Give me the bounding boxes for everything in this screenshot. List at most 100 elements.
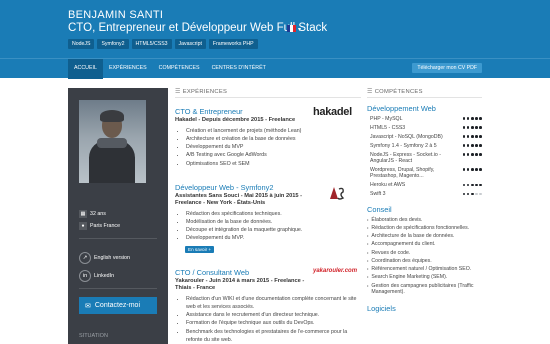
level-dot [466,192,470,196]
conseil-item: • Revues de code. [367,250,482,257]
age-row: ▦ 32 ans [79,210,106,218]
conseil-text: Gestion des campagnes publicitaires (Tra… [371,282,474,296]
level-dot [462,135,466,138]
conseil-text: Élaboration des devis. [371,216,423,223]
job-bullets: Rédaction des spécifications techniques.… [175,210,361,243]
skill-tag: Frameworks PHP [208,39,258,49]
linkedin-link[interactable]: in LinkedIn [79,270,114,282]
skill-label: HTML5 - CSS3 [370,124,406,131]
conseil-text: Revues de code. [371,249,411,256]
assistantes-sans-souci-logo [325,180,349,204]
skill-label: NodeJS - Express - Socket.io - AngularJS… [370,151,441,165]
conseil-item: • Search Engine Marketing (SEM). [367,274,482,281]
conseil-text: Architecture de la base de données. [371,233,455,240]
profile-sidebar: ▦ 32 ans ● Paris France ↗ English versio… [68,88,168,344]
profile-name: BENJAMIN SANTI [68,9,164,21]
envelope-icon: ✉ [85,302,91,310]
job-bullet: A/B Testing avec Google AdWords [186,151,361,159]
level-dot [471,183,474,187]
bullet-icon: • [367,249,369,255]
conseil-text: Référencement naturel / Optimisation SEO… [371,266,472,273]
english-version-label: English version [94,255,130,261]
level-dot [479,117,482,120]
skill-row: Swift 3 [367,191,482,198]
conseil-item: • Rédaction de spécifications fonctionnel… [367,225,482,232]
job-bullet: Assistance dans le recrutement d'un dire… [186,311,361,319]
english-version-link[interactable]: ↗ English version [79,252,130,264]
nav-centres-interet[interactable]: CENTRES D'INTÉRÊT [206,59,272,79]
job-bullet: Rédaction des spécifications techniques. [186,210,361,218]
conseil-text: Search Engine Marketing (SEM). [371,274,448,281]
bullet-icon: • [367,233,369,239]
yakarouler-logo: yakarouler.com [313,268,358,274]
nav-accueil[interactable]: ACCUEIL [68,59,103,79]
level-dot [462,192,466,196]
job-bullet: Développement du MVP [186,143,361,151]
conseil-title: Conseil [367,204,392,214]
language-dropdown-icon[interactable]: ▾ [298,26,301,33]
competences-heading-text: COMPÉTENCES [374,88,423,95]
level-dot [475,135,478,138]
job-bullet: Optimisations SEO et SEM [186,160,361,168]
level-dot [466,183,470,187]
level-dot [466,135,470,138]
level-dot [471,152,474,156]
list-icon: ☰ [175,89,181,95]
nav-competences[interactable]: COMPÉTENCES [153,59,206,79]
logiciels-title: Logiciels [367,304,396,314]
bullet-icon: • [367,274,369,280]
nav-experiences[interactable]: EXPÉRIENCES [103,59,153,79]
job-item: CTO / Consultant Web Yakarouler - Juin 2… [175,268,361,344]
skill-row: PHP - MySQL [367,116,482,123]
level-dot [479,168,482,171]
level-dot [479,152,482,156]
level-dot [462,126,466,129]
skill-tag: HTML5/CSS3 [131,39,172,49]
bullet-icon: • [367,241,369,247]
job-bullet: Création et lancement de projets (méthod… [186,127,361,135]
skill-tags: NodeJS Symfony2 HTML5/CSS3 Javascript Fr… [68,39,258,49]
french-flag-icon[interactable] [287,25,296,32]
job-meta: Yakarouler - Juin 2014 à mars 2015 - Fre… [175,278,305,291]
skill-level-dots [462,116,482,120]
skill-row: HTML5 - CSS3 [367,125,482,132]
hakadel-logo: hakadel [313,106,352,118]
contact-button[interactable]: ✉ Contactez-moi [79,297,157,314]
web-dev-title: Développement Web [367,104,436,113]
age-text: 32 ans [90,211,106,217]
header: BENJAMIN SANTI CTO, Entrepreneur et Déve… [0,0,550,79]
competences-section: ☰ COMPÉTENCES Développement Web PHP - My… [367,88,482,313]
job-item: CTO & Entrepreneur Hakadel - Depuis déce… [175,106,361,168]
calendar-icon: ▦ [79,210,87,218]
contact-label: Contactez-moi [94,302,141,309]
job-bullets: Rédaction d'un WIKI et d'une documentati… [175,295,361,344]
level-dot [479,192,482,196]
skill-row: Symfony 1.4 - Symfony 2 à 5 [367,143,482,150]
situation-heading: SITUATION [79,333,108,339]
job-bullets: Création et lancement de projets (méthod… [175,127,361,168]
bullet-icon: • [367,266,369,272]
skill-level-dots [462,134,482,138]
skill-row: NodeJS - Express - Socket.io - AngularJS… [367,152,482,165]
level-dot [471,168,474,171]
level-dot [479,126,482,129]
download-cv-button[interactable]: Télécharger mon CV PDF [412,63,482,73]
skill-label: Javascript - NoSQL (MongoDB) [370,133,443,140]
bullet-icon: • [367,282,369,288]
skill-label: Wordpress, Drupal, Shopify, Prestashop, … [370,166,435,180]
profile-photo [79,100,146,183]
linkedin-label: LinkedIn [94,273,115,279]
level-dot [479,144,482,147]
map-marker-icon: ● [79,222,87,230]
level-dot [475,117,478,120]
level-dot [475,144,478,147]
level-dot [466,117,470,120]
level-dot [475,126,478,129]
conseil-item: • Architecture de la base de données. [367,233,482,240]
en-savoir-plus-button[interactable]: En savoir + [185,245,215,253]
conseil-text: Accompagnement du client. [371,241,436,248]
job-bullet: Benchmark des technologies et prestatair… [186,328,361,344]
bullet-icon: • [367,224,369,230]
level-dot [462,183,466,187]
skill-tag: Symfony2 [97,39,129,49]
